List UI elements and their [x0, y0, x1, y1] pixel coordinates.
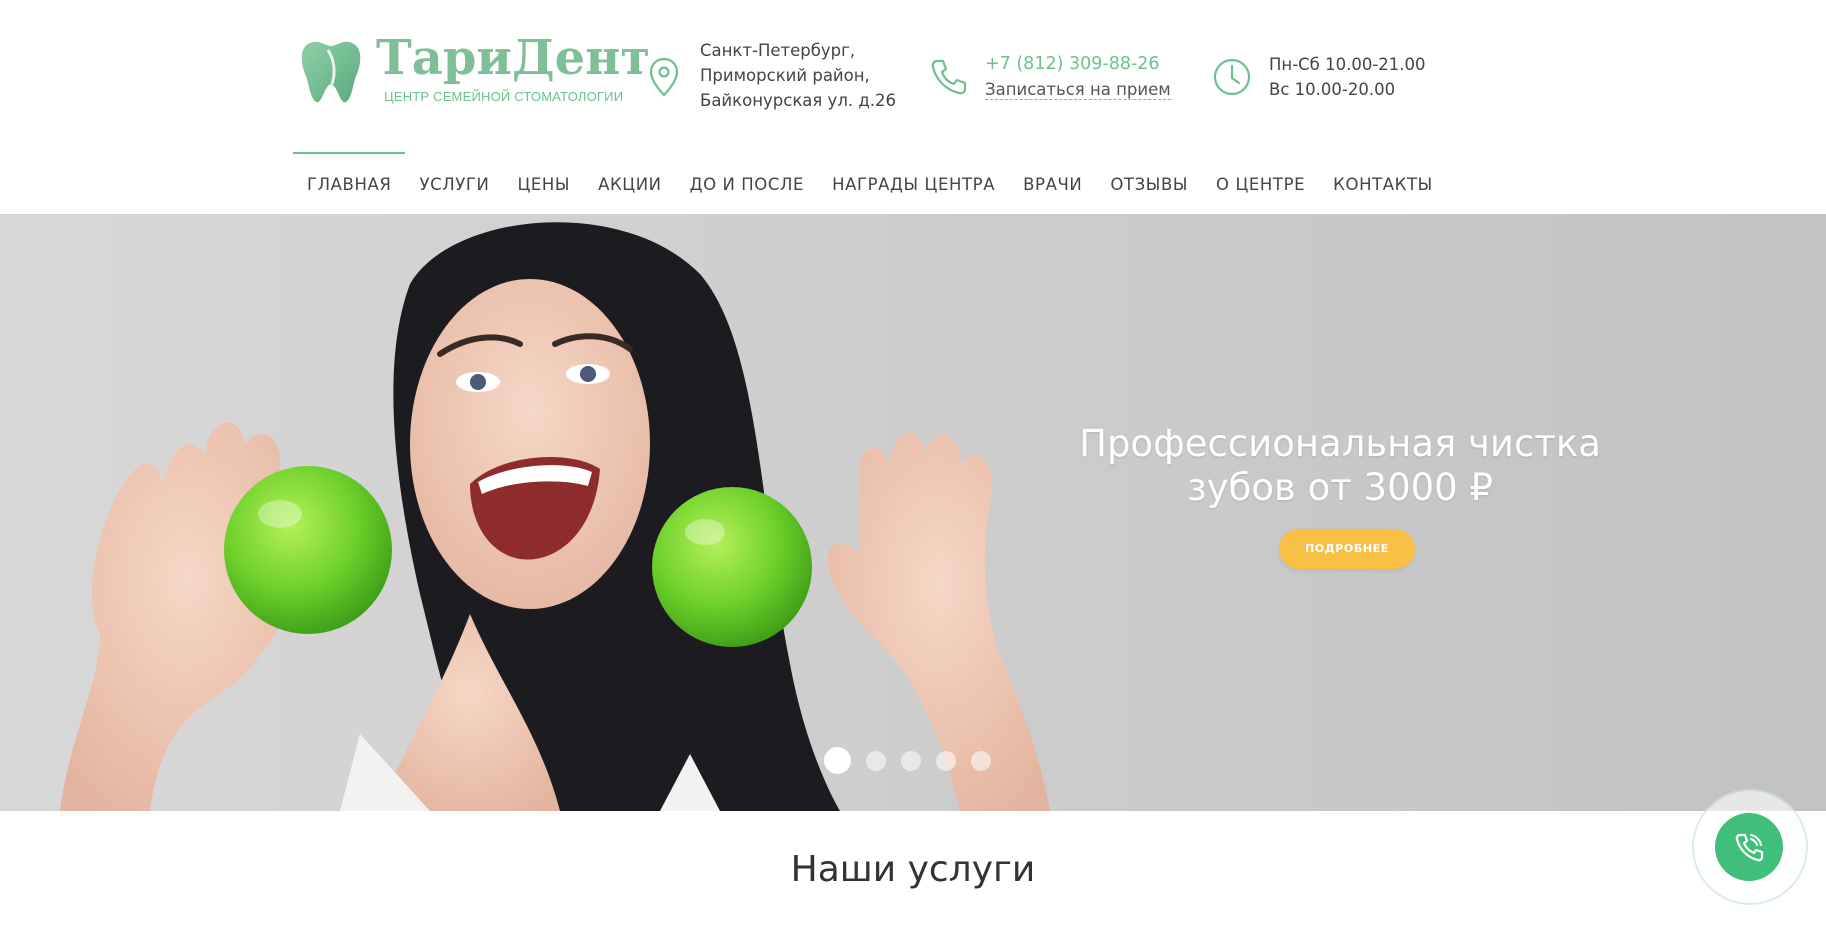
address-line-3: Байконурская ул. д.26 [700, 91, 897, 110]
slider-dot-5[interactable] [971, 750, 991, 771]
callback-button[interactable] [1715, 813, 1783, 881]
nav-item-doctors[interactable]: ВРАЧИ [1009, 152, 1096, 214]
nav-item-contacts[interactable]: КОНТАКТЫ [1319, 152, 1447, 214]
map-pin-icon [649, 57, 679, 97]
address-line-1: Санкт-Петербург, [700, 41, 856, 60]
hero-slider: Профессиональная чистка зубов от 3000 ₽ … [0, 214, 1826, 811]
nav-item-home[interactable]: ГЛАВНАЯ [293, 152, 406, 214]
hero-image [60, 222, 1050, 811]
hours-sunday: Вс 10.00-20.00 [1269, 80, 1396, 99]
phone-block: +7 (812) 309-88-26 Записаться на прием [985, 51, 1171, 103]
clock-icon [1213, 58, 1251, 96]
opening-hours: Пн-Сб 10.00-21.00 Вс 10.00-20.00 [1269, 52, 1426, 102]
slider-dots [824, 747, 1006, 774]
services-heading: Наши услуги [790, 849, 1036, 890]
logo[interactable]: ТариДент ЦЕНТР СЕМЕЙНОЙ СТОМАТОЛОГИИ [298, 30, 650, 108]
nav-item-before-after[interactable]: ДО И ПОСЛЕ [676, 152, 818, 214]
hero-title: Профессиональная чистка зубов от 3000 ₽ [1050, 422, 1630, 510]
more-details-button[interactable]: ПОДРОБНЕЕ [1279, 529, 1415, 569]
slider-dot-4[interactable] [936, 750, 956, 771]
nav-item-promotions[interactable]: АКЦИИ [584, 152, 676, 214]
logo-subtitle: ЦЕНТР СЕМЕЙНОЙ СТОМАТОЛОГИИ [384, 89, 624, 104]
hero-title-line-2: зубов от 3000 ₽ [1186, 466, 1493, 509]
book-appointment-link[interactable]: Записаться на прием [985, 80, 1171, 100]
phone-icon [931, 59, 967, 95]
nav-item-services[interactable]: УСЛУГИ [405, 152, 503, 214]
nav-item-prices[interactable]: ЦЕНЫ [503, 152, 584, 214]
nav-item-about[interactable]: О ЦЕНТРЕ [1202, 152, 1319, 214]
tooth-logo-icon [301, 41, 361, 103]
phone-number[interactable]: +7 (812) 309-88-26 [985, 51, 1171, 77]
nav-item-awards[interactable]: НАГРАДЫ ЦЕНТРА [818, 152, 1009, 214]
slider-dot-3[interactable] [901, 750, 921, 771]
slider-dot-2[interactable] [866, 750, 886, 771]
nav-item-reviews[interactable]: ОТЗЫВЫ [1096, 152, 1202, 214]
phone-ring-icon [1735, 833, 1764, 862]
hours-weekdays: Пн-Сб 10.00-21.00 [1269, 55, 1426, 74]
site-header: ТариДент ЦЕНТР СЕМЕЙНОЙ СТОМАТОЛОГИИ Сан… [0, 0, 1826, 214]
address-line-2: Приморский район, [700, 66, 870, 85]
hero-title-line-1: Профессиональная чистка [1079, 422, 1601, 465]
address: Санкт-Петербург, Приморский район, Байко… [700, 38, 896, 113]
slider-dot-1[interactable] [824, 747, 851, 774]
logo-name: ТариДент [376, 30, 651, 86]
main-nav: ГЛАВНАЯ УСЛУГИ ЦЕНЫ АКЦИИ ДО И ПОСЛЕ НАГ… [293, 152, 1447, 214]
